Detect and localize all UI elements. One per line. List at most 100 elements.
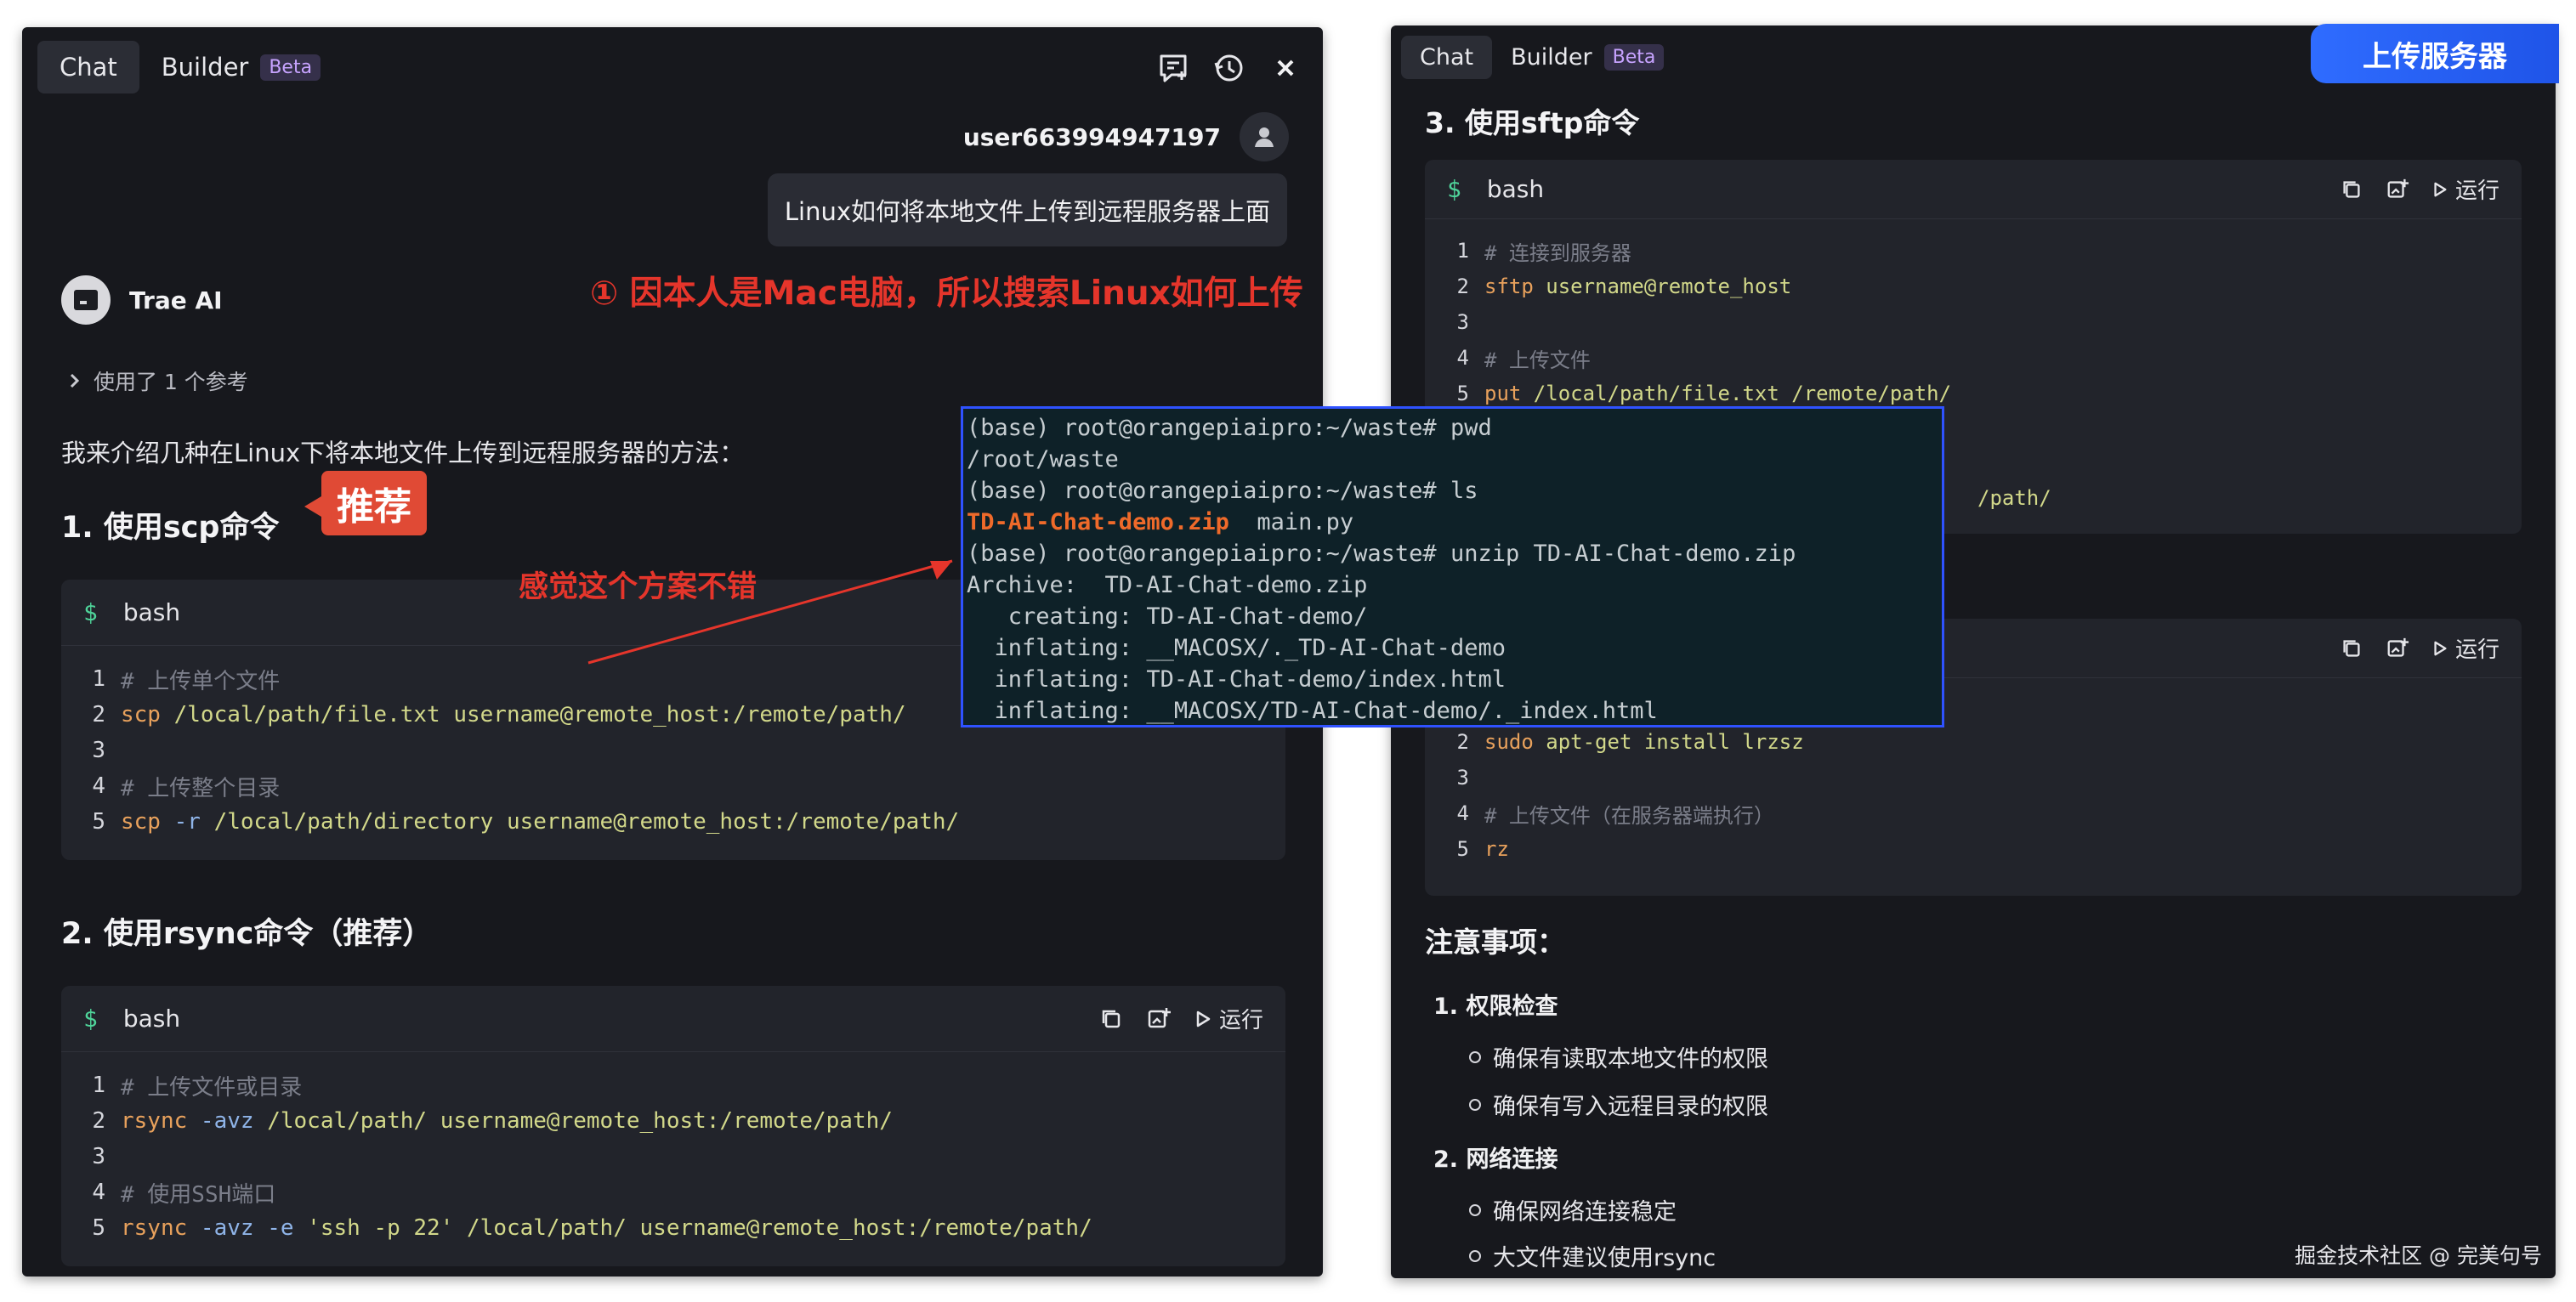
new-chat-icon[interactable]	[1155, 49, 1192, 87]
code-command: rz	[1484, 837, 1509, 861]
code-args: /local/path/ username@remote_host:/remot…	[453, 1215, 1092, 1241]
code-text: # 上传文件	[1484, 343, 1591, 373]
code-lang: bash	[1486, 175, 1545, 203]
insert-code-icon[interactable]	[1146, 1006, 1172, 1032]
code-actions: 运行	[2340, 173, 2499, 205]
line-number: 2	[1456, 275, 1469, 298]
code-comment: # 上传文件（在服务器端执行）	[1484, 803, 1774, 828]
code-lines: 1 # 连接到服务器 2 sftp username@remote_host 3 4 # 上…	[1425, 219, 2522, 411]
upload-server-button[interactable]: 上传服务器	[2311, 24, 2559, 83]
ai-avatar	[61, 275, 111, 325]
line-number: 2	[92, 702, 105, 727]
code-line: 4 # 使用SSH端口	[61, 1175, 1285, 1210]
copy-icon[interactable]	[2340, 178, 2363, 201]
code-text: sftp username@remote_host	[1484, 275, 1791, 298]
line-number: 5	[1456, 837, 1469, 861]
terminal-text: main.py	[1228, 509, 1354, 535]
beta-badge: Beta	[260, 54, 321, 81]
code-line: 3	[1425, 760, 2522, 795]
code-args: /local/path/file.txt /remote/path/	[1521, 382, 1952, 405]
annotation-mac-note: ① 因本人是Mac电脑，所以搜索Linux如何上传	[590, 275, 1303, 313]
code-args: /local/path/directory username@remote_ho…	[200, 809, 960, 835]
tab-bar: Chat Builder Beta	[37, 41, 343, 93]
code-flag: -avz -e	[187, 1215, 294, 1241]
code-line: 3	[61, 1139, 1285, 1175]
tab-builder[interactable]: Builder Beta	[1492, 36, 1682, 79]
code-line: 1 # 连接到服务器	[1425, 233, 2522, 269]
run-button[interactable]: 运行	[2431, 173, 2499, 205]
dollar-icon: $	[1447, 175, 1461, 203]
run-button[interactable]: 运行	[2431, 632, 2499, 664]
code-flag: -r	[160, 809, 201, 835]
code-line: 1 # 上传文件或目录	[61, 1067, 1285, 1103]
note-item-permissions: 1. 权限检查	[1433, 993, 1558, 1020]
trae-logo-icon	[74, 290, 98, 310]
line-number: 2	[1456, 730, 1469, 754]
section-title-sftp: 3. 使用sftp命令	[1425, 106, 1640, 139]
note-item-network: 2. 网络连接	[1433, 1146, 1558, 1173]
run-label: 运行	[2454, 178, 2499, 204]
insert-code-icon[interactable]	[2386, 178, 2409, 201]
terminal-line: Archive: TD-AI-Chat-demo.zip	[967, 572, 1368, 598]
code-args: /local/path/ username@remote_host:/remot…	[253, 1108, 893, 1134]
run-button[interactable]: 运行	[1194, 1003, 1263, 1034]
terminal-line: (base) root@orangepiaipro:~/waste# unzip…	[967, 541, 1796, 567]
tab-builder[interactable]: Builder Beta	[139, 41, 343, 93]
terminal-line: inflating: __MACOSX/TD-AI-Chat-demo/._in…	[967, 698, 1658, 724]
code-text: rsync -avz /local/path/ username@remote_…	[121, 1108, 893, 1134]
code-command: scp	[121, 809, 161, 835]
user-avatar	[1240, 112, 1289, 161]
note-subitem-text: 大文件建议使用rsync	[1493, 1245, 1716, 1271]
close-icon[interactable]	[1267, 49, 1304, 87]
line-number: 3	[92, 1144, 105, 1169]
code-text: # 上传文件或目录	[121, 1070, 302, 1101]
code-text: # 连接到服务器	[1484, 236, 1631, 266]
code-text: scp /local/path/file.txt username@remote…	[121, 702, 906, 727]
insert-code-icon[interactable]	[2386, 637, 2409, 660]
ai-header: Trae AI	[61, 275, 223, 325]
reference-label: 使用了 1 个参考	[94, 370, 248, 394]
user-icon	[1255, 127, 1274, 147]
code-text: rsync -avz -e 'ssh -p 22' /local/path/ u…	[121, 1215, 1092, 1241]
line-number: 4	[1456, 801, 1469, 825]
code-command: scp	[121, 702, 161, 727]
code-command: sudo	[1484, 730, 1534, 754]
code-comment: # 上传文件	[1484, 348, 1591, 372]
tab-chat-label: Chat	[60, 53, 117, 82]
code-flag: -avz	[187, 1108, 254, 1134]
tab-builder-label: Builder	[161, 53, 249, 82]
code-command: rsync	[121, 1108, 188, 1134]
terminal-line: inflating: __MACOSX/._TD-AI-Chat-demo	[967, 635, 1506, 661]
code-text: sudo apt-get install lrzsz	[1484, 730, 1804, 754]
tab-chat[interactable]: Chat	[1401, 36, 1493, 79]
line-number: 4	[92, 773, 105, 799]
code-text: # 上传整个目录	[121, 771, 280, 802]
note-subitem: 确保有写入远程目录的权限	[1469, 1088, 1768, 1121]
note-subitem: 确保有读取本地文件的权限	[1469, 1040, 1768, 1073]
line-number: 1	[92, 1073, 105, 1098]
terminal-zip-file: TD-AI-Chat-demo.zip	[967, 509, 1229, 535]
line-number: 5	[92, 1215, 105, 1241]
code-block-rsync: $ bash 运行 1 # 上传文件或目录 2 rsync -avz /local/p…	[61, 986, 1285, 1266]
code-comment: # 上传文件或目录	[121, 1074, 303, 1101]
code-partial-line: /path/	[1977, 486, 2051, 510]
line-number: 3	[92, 738, 105, 763]
reference-toggle[interactable]: 使用了 1 个参考	[65, 365, 248, 396]
section-title-rsync: 2. 使用rsync命令（推荐）	[61, 917, 433, 951]
terminal-line: /root/waste	[967, 446, 1119, 473]
line-number: 5	[1456, 382, 1469, 405]
copy-icon[interactable]	[1098, 1006, 1124, 1032]
tab-chat[interactable]: Chat	[37, 41, 139, 93]
code-lines: 1 # 上传文件或目录 2 rsync -avz /local/path/ usern…	[61, 1052, 1285, 1246]
line-number: 3	[1456, 310, 1469, 334]
terminal-line: TD-AI-Chat-demo.zip main.py	[967, 507, 1942, 538]
line-number: 5	[92, 809, 105, 835]
code-line: 3	[61, 733, 1285, 768]
recommend-badge: 推荐	[304, 471, 427, 535]
user-message-bubble: Linux如何将本地文件上传到远程服务器上面	[767, 173, 1287, 246]
terminal-overlay: (base) root@orangepiaipro:~/waste# pwd/r…	[961, 406, 1944, 727]
copy-icon[interactable]	[2340, 637, 2363, 660]
note-subitem: 大文件建议使用rsync	[1469, 1239, 1716, 1272]
play-icon	[2434, 641, 2447, 655]
history-icon[interactable]	[1211, 49, 1248, 87]
